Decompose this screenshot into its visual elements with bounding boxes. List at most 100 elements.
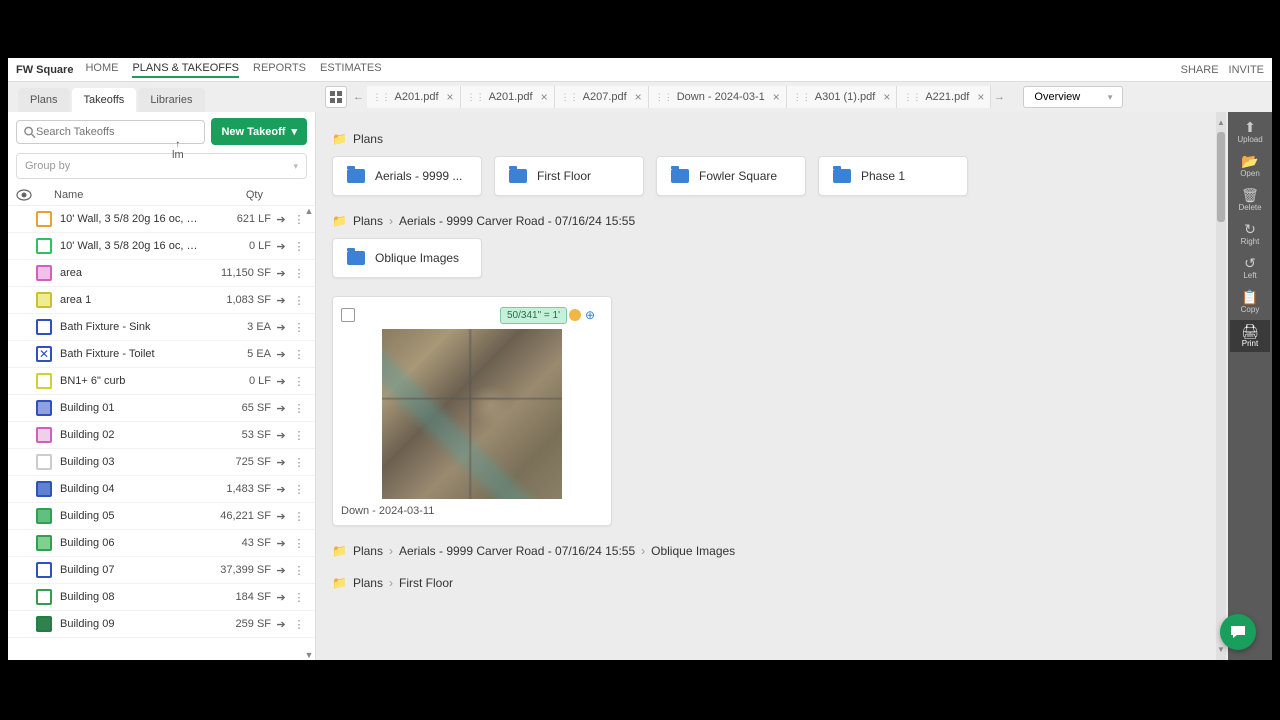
- close-icon[interactable]: ×: [883, 90, 890, 104]
- takeoff-row[interactable]: 10' Wall, 3 5/8 20g 16 oc, 5/...621 LF➔⋮: [8, 206, 315, 233]
- overview-select[interactable]: Overview ▾: [1023, 86, 1123, 108]
- takeoff-qty: 5 EA: [201, 348, 271, 360]
- groupby-select[interactable]: Group by ▾: [16, 153, 307, 179]
- takeoff-row[interactable]: Building 08184 SF➔⋮: [8, 584, 315, 611]
- takeoff-row[interactable]: Building 09259 SF➔⋮: [8, 611, 315, 638]
- scroll-up-icon[interactable]: ▲: [304, 206, 314, 216]
- doc-tab[interactable]: ⋮⋮A301 (1).pdf×: [787, 86, 898, 108]
- close-icon[interactable]: ×: [447, 90, 454, 104]
- scroll-down-icon[interactable]: ▼: [1217, 645, 1225, 654]
- search-input[interactable]: [36, 126, 199, 138]
- goto-icon[interactable]: ➔: [271, 537, 291, 550]
- folder-card[interactable]: Aerials - 9999 ...: [332, 156, 482, 196]
- topbar-invite[interactable]: INVITE: [1229, 64, 1264, 76]
- tool-left[interactable]: ↺Left: [1230, 252, 1270, 284]
- doc-tab[interactable]: ⋮⋮A201.pdf×: [461, 86, 555, 108]
- goto-icon[interactable]: ➔: [271, 294, 291, 307]
- crumb-firstfloor[interactable]: First Floor: [399, 576, 453, 590]
- subtab-plans[interactable]: Plans: [18, 88, 70, 112]
- takeoff-row[interactable]: Building 0546,221 SF➔⋮: [8, 503, 315, 530]
- thumbnail-card[interactable]: 50/341" = 1' ⊕ Down - 2024-03-11: [332, 296, 612, 526]
- grid-view-button[interactable]: [325, 86, 347, 108]
- folder-card[interactable]: Phase 1: [818, 156, 968, 196]
- goto-icon[interactable]: ➔: [271, 564, 291, 577]
- doc-tab[interactable]: ⋮⋮A201.pdf×: [367, 86, 461, 108]
- close-icon[interactable]: ×: [635, 90, 642, 104]
- sidebar-scrollbar[interactable]: ▲ ▼: [304, 206, 314, 660]
- swatch-icon: [36, 481, 52, 497]
- tool-label: Delete: [1238, 203, 1261, 212]
- tool-upload[interactable]: ⬆Upload: [1230, 116, 1270, 148]
- goto-icon[interactable]: ➔: [271, 213, 291, 226]
- goto-icon[interactable]: ➔: [271, 456, 291, 469]
- thumb-checkbox[interactable]: [341, 308, 355, 322]
- search-box[interactable]: [16, 120, 205, 144]
- scroll-down-icon[interactable]: ▼: [304, 650, 314, 660]
- close-icon[interactable]: ×: [977, 90, 984, 104]
- crumb-aerials[interactable]: Aerials - 9999 Carver Road - 07/16/24 15…: [399, 544, 635, 558]
- takeoff-row[interactable]: BN1+ 6" curb0 LF➔⋮: [8, 368, 315, 395]
- tool-print[interactable]: 🖨Print: [1230, 320, 1270, 352]
- takeoff-row[interactable]: ✕Bath Fixture - Toilet5 EA➔⋮: [8, 341, 315, 368]
- tool-copy[interactable]: 📋Copy: [1230, 286, 1270, 318]
- chat-fab[interactable]: [1220, 614, 1256, 650]
- left-icon: ↺: [1244, 256, 1256, 270]
- subtab-takeoffs[interactable]: Takeoffs: [72, 88, 137, 112]
- takeoff-row[interactable]: area11,150 SF➔⋮: [8, 260, 315, 287]
- doc-tab[interactable]: ⋮⋮A221.pdf×: [897, 86, 991, 108]
- topnav-reports[interactable]: REPORTS: [253, 62, 306, 78]
- crumb-plans[interactable]: Plans: [353, 544, 383, 558]
- takeoff-row[interactable]: Building 03725 SF➔⋮: [8, 449, 315, 476]
- goto-icon[interactable]: ➔: [271, 240, 291, 253]
- takeoff-row[interactable]: Building 0737,399 SF➔⋮: [8, 557, 315, 584]
- content-scrollbar[interactable]: ▲ ▼: [1216, 112, 1226, 660]
- goto-icon[interactable]: ➔: [271, 402, 291, 415]
- tool-open[interactable]: 📂Open: [1230, 150, 1270, 182]
- goto-icon[interactable]: ➔: [271, 348, 291, 361]
- tool-right[interactable]: ↻Right: [1230, 218, 1270, 250]
- takeoff-row[interactable]: Building 0165 SF➔⋮: [8, 395, 315, 422]
- goto-icon[interactable]: ➔: [271, 321, 291, 334]
- close-icon[interactable]: ×: [773, 90, 780, 104]
- crumb-plans[interactable]: Plans: [353, 214, 383, 228]
- goto-icon[interactable]: ➔: [271, 618, 291, 631]
- doc-tab[interactable]: ⋮⋮A207.pdf×: [555, 86, 649, 108]
- doc-tab[interactable]: ⋮⋮Down - 2024-03-1×: [649, 86, 787, 108]
- topnav-plans-takeoffs[interactable]: PLANS & TAKEOFFS: [132, 62, 239, 78]
- goto-icon[interactable]: ➔: [271, 429, 291, 442]
- takeoff-row[interactable]: area 11,083 SF➔⋮: [8, 287, 315, 314]
- eye-icon[interactable]: [16, 189, 36, 201]
- takeoff-row[interactable]: Building 041,483 SF➔⋮: [8, 476, 315, 503]
- subtab-libraries[interactable]: Libraries: [138, 88, 204, 112]
- folder-card[interactable]: Fowler Square: [656, 156, 806, 196]
- takeoff-qty: 184 SF: [201, 591, 271, 603]
- scroll-thumb[interactable]: [1217, 132, 1225, 222]
- new-takeoff-button[interactable]: New Takeoff ▾: [211, 118, 307, 145]
- crumb-aerials[interactable]: Aerials - 9999 Carver Road - 07/16/24 15…: [399, 214, 635, 228]
- topnav-estimates[interactable]: ESTIMATES: [320, 62, 382, 78]
- new-takeoff-label: New Takeoff: [221, 126, 285, 138]
- right-toolbar: ⬆Upload📂Open🗑Delete↻Right↺Left📋Copy🖨Prin…: [1228, 112, 1272, 660]
- crumb-plans[interactable]: Plans: [353, 576, 383, 590]
- tab-nav-left[interactable]: ←: [351, 91, 367, 103]
- crumb-plans[interactable]: Plans: [353, 132, 383, 146]
- delete-icon: 🗑: [1241, 188, 1259, 202]
- takeoff-row[interactable]: Building 0253 SF➔⋮: [8, 422, 315, 449]
- topbar-share[interactable]: SHARE: [1181, 64, 1219, 76]
- takeoff-row[interactable]: 10' Wall, 3 5/8 20g 16 oc, 5/8...0 LF➔⋮: [8, 233, 315, 260]
- takeoff-name: Building 07: [60, 564, 201, 576]
- goto-icon[interactable]: ➔: [271, 375, 291, 388]
- goto-icon[interactable]: ➔: [271, 510, 291, 523]
- goto-icon[interactable]: ➔: [271, 591, 291, 604]
- tab-nav-right[interactable]: →: [991, 91, 1007, 103]
- takeoff-row[interactable]: Building 0643 SF➔⋮: [8, 530, 315, 557]
- takeoff-row[interactable]: Bath Fixture - Sink3 EA➔⋮: [8, 314, 315, 341]
- goto-icon[interactable]: ➔: [271, 483, 291, 496]
- folder-card[interactable]: Oblique Images: [332, 238, 482, 278]
- topnav-home[interactable]: HOME: [85, 62, 118, 78]
- crumb-oblique[interactable]: Oblique Images: [651, 544, 735, 558]
- tool-delete[interactable]: 🗑Delete: [1230, 184, 1270, 216]
- folder-card[interactable]: First Floor: [494, 156, 644, 196]
- close-icon[interactable]: ×: [541, 90, 548, 104]
- goto-icon[interactable]: ➔: [271, 267, 291, 280]
